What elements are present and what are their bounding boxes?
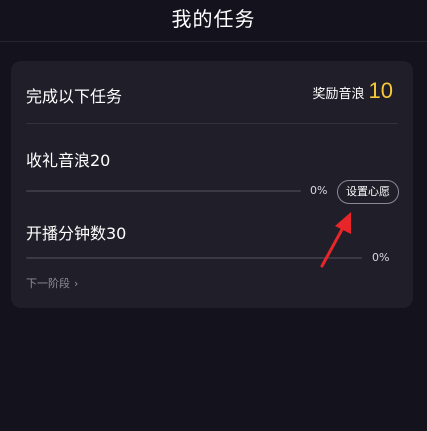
task-title-gift: 收礼音浪20 (26, 151, 111, 170)
task-card-heading: 完成以下任务 (26, 87, 123, 106)
red-arrow-icon (320, 212, 351, 268)
page-title: 我的任务 (171, 7, 256, 31)
next-stage-label: 下一阶段 (26, 277, 70, 290)
next-stage-link[interactable]: 下一阶段 › (26, 275, 78, 291)
set-wish-button[interactable]: 设置心愿 (337, 180, 399, 204)
header: 我的任务 (0, 0, 427, 42)
progress-text-gift: 0% (310, 184, 328, 197)
divider (26, 123, 398, 124)
reward: 奖励音浪 10 (313, 78, 394, 104)
progress-track-gift (26, 190, 301, 192)
task-title-live-minutes: 开播分钟数30 (26, 224, 127, 243)
reward-label: 奖励音浪 (312, 87, 365, 102)
progress-text-live-minutes: 0% (372, 251, 390, 264)
arrow-shaft (320, 222, 347, 268)
my-tasks-page: 我的任务 完成以下任务 奖励音浪 10 收礼音浪20 0% 设置心愿 开播分钟数… (0, 0, 427, 431)
reward-value: 10 (368, 78, 393, 103)
progress-track-live-minutes (26, 257, 362, 259)
chevron-right-icon: › (74, 276, 79, 290)
